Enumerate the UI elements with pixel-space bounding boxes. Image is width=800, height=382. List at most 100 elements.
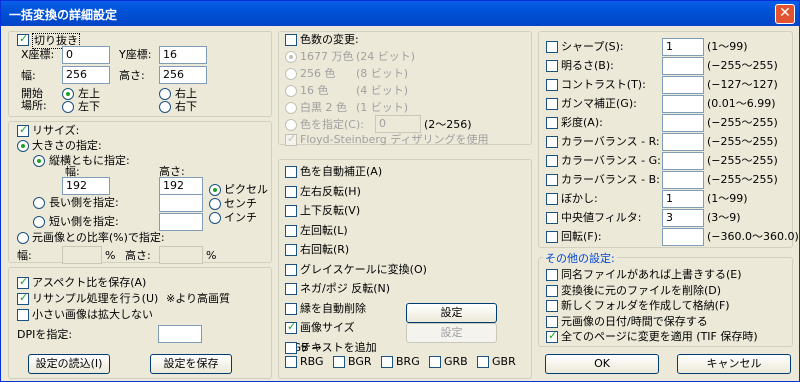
crop-y-label: Y座標:: [119, 48, 152, 61]
filter-input[interactable]: 1: [662, 38, 704, 56]
dither-checkbox[interactable]: [285, 132, 297, 146]
transform-checkbox[interactable]: [285, 205, 297, 217]
crop-x-input[interactable]: 0: [62, 46, 110, 64]
filter-input[interactable]: [662, 114, 704, 132]
crop-h-label: 高さ:: [119, 69, 145, 82]
color-24bit-desc: (24 ビット): [356, 50, 416, 63]
crop-radio-tl[interactable]: [62, 88, 74, 100]
aspect-checkbox[interactable]: [17, 275, 29, 289]
color-4bit-radio[interactable]: [285, 85, 297, 97]
crop-w-input[interactable]: 256: [62, 66, 110, 84]
color-custom-input[interactable]: 0: [375, 115, 421, 133]
ok-button[interactable]: OK: [545, 354, 659, 374]
other-setting-checkbox[interactable]: [546, 329, 558, 343]
filter-checkbox[interactable]: [546, 79, 558, 91]
filter-input[interactable]: [662, 171, 704, 189]
resample-checkbox[interactable]: [17, 291, 29, 305]
filter-label: シャープ(S):: [561, 40, 624, 53]
resize-height-input[interactable]: 192: [159, 177, 203, 195]
other-setting-checkbox[interactable]: [546, 300, 558, 312]
transform-checkbox[interactable]: [285, 224, 297, 237]
transform-label: 上下反転(V): [300, 204, 361, 217]
save-settings-button[interactable]: 設定を保存: [150, 354, 232, 374]
short-side-radio[interactable]: [33, 216, 45, 228]
other-setting-checkbox[interactable]: [546, 284, 558, 297]
both-spec-radio[interactable]: [33, 155, 45, 167]
color-24bit-radio[interactable]: [285, 51, 297, 63]
rgb-option-label: GBR: [492, 355, 516, 368]
close-button[interactable]: ✕: [775, 4, 795, 24]
image-size-settings-button[interactable]: 設定: [406, 303, 497, 323]
add-text-settings-button[interactable]: 設定: [406, 323, 497, 343]
transform-checkbox[interactable]: [285, 185, 297, 198]
filter-checkbox[interactable]: [546, 193, 558, 205]
crop-radio-bl[interactable]: [62, 101, 74, 113]
filter-input[interactable]: [662, 76, 704, 94]
transform-checkbox[interactable]: [285, 302, 297, 315]
filter-checkbox[interactable]: [546, 212, 558, 224]
crop-radio-br[interactable]: [159, 101, 171, 113]
crop-y-input[interactable]: 16: [159, 46, 207, 64]
unit-pixel-radio[interactable]: [209, 184, 221, 196]
filter-range: (−127〜127): [707, 78, 778, 91]
ratio-h-input[interactable]: [159, 246, 203, 264]
ratio-radio[interactable]: [17, 232, 29, 244]
rgb-checkbox-gbr[interactable]: [477, 356, 489, 368]
filter-input[interactable]: [662, 57, 704, 75]
long-side-input[interactable]: [159, 194, 203, 212]
load-settings-button[interactable]: 設定の読込(I): [28, 354, 110, 374]
filter-checkbox[interactable]: [546, 41, 558, 53]
long-side-radio[interactable]: [33, 197, 45, 209]
filter-input[interactable]: [662, 133, 704, 151]
filter-checkbox[interactable]: [546, 60, 558, 72]
crop-h-input[interactable]: 256: [159, 66, 207, 84]
transform-checkbox[interactable]: [285, 166, 297, 178]
filter-checkbox[interactable]: [546, 174, 558, 186]
color-custom-radio[interactable]: [285, 119, 297, 131]
color-8bit-radio[interactable]: [285, 68, 297, 80]
transform-label: 画像サイズ: [300, 321, 355, 334]
filter-input[interactable]: 1: [662, 190, 704, 208]
colors-checkbox[interactable]: [285, 34, 297, 46]
crop-checkbox[interactable]: [17, 32, 29, 46]
size-spec-radio[interactable]: [17, 140, 29, 152]
filter-input[interactable]: 3: [662, 209, 704, 227]
unit-inch-radio[interactable]: [209, 212, 221, 224]
crop-radio-tr[interactable]: [159, 88, 171, 100]
filter-checkbox[interactable]: [546, 136, 558, 148]
filter-input[interactable]: [662, 95, 704, 113]
resize-checkbox[interactable]: [17, 123, 29, 137]
filter-checkbox[interactable]: [546, 231, 558, 243]
other-setting-checkbox[interactable]: [546, 269, 558, 281]
rgb-checkbox-bgr[interactable]: [333, 356, 345, 368]
unit-cm-label: センチ: [224, 197, 257, 210]
other-setting-checkbox[interactable]: [546, 315, 558, 328]
rgb-checkbox-rbg[interactable]: [285, 356, 297, 368]
transform-checkbox[interactable]: [285, 341, 297, 354]
no-enlarge-checkbox[interactable]: [17, 309, 29, 321]
filter-checkbox[interactable]: [546, 117, 558, 129]
filter-input[interactable]: [662, 152, 704, 170]
long-side-label: 長い側を指定:: [49, 196, 119, 209]
ratio-w-input[interactable]: [62, 246, 102, 264]
filter-checkbox[interactable]: [546, 155, 558, 167]
filter-checkbox[interactable]: [546, 98, 558, 110]
unit-cm-radio[interactable]: [209, 198, 221, 210]
rgb-checkbox-brg[interactable]: [381, 356, 393, 368]
resize-width-input[interactable]: 192: [62, 177, 110, 195]
transform-checkbox[interactable]: [285, 244, 297, 256]
rgb-checkbox-grb[interactable]: [429, 356, 441, 368]
filter-input[interactable]: [662, 228, 704, 246]
transform-checkbox[interactable]: [285, 283, 297, 295]
dpi-input[interactable]: [158, 325, 202, 343]
filter-label: コントラスト(T):: [561, 78, 646, 91]
transform-label: 縁を自動削除: [300, 301, 366, 315]
other-setting-label: 元画像の日付/時間で保存する: [561, 314, 708, 328]
crop-br-label: 右下: [175, 100, 197, 113]
cancel-button[interactable]: キャンセル: [677, 354, 791, 374]
short-side-input[interactable]: [159, 213, 203, 231]
color-1bit-radio[interactable]: [285, 102, 297, 114]
resize-label: リサイズ:: [32, 124, 80, 137]
transform-checkbox[interactable]: [285, 263, 297, 276]
transform-checkbox[interactable]: [285, 320, 297, 334]
